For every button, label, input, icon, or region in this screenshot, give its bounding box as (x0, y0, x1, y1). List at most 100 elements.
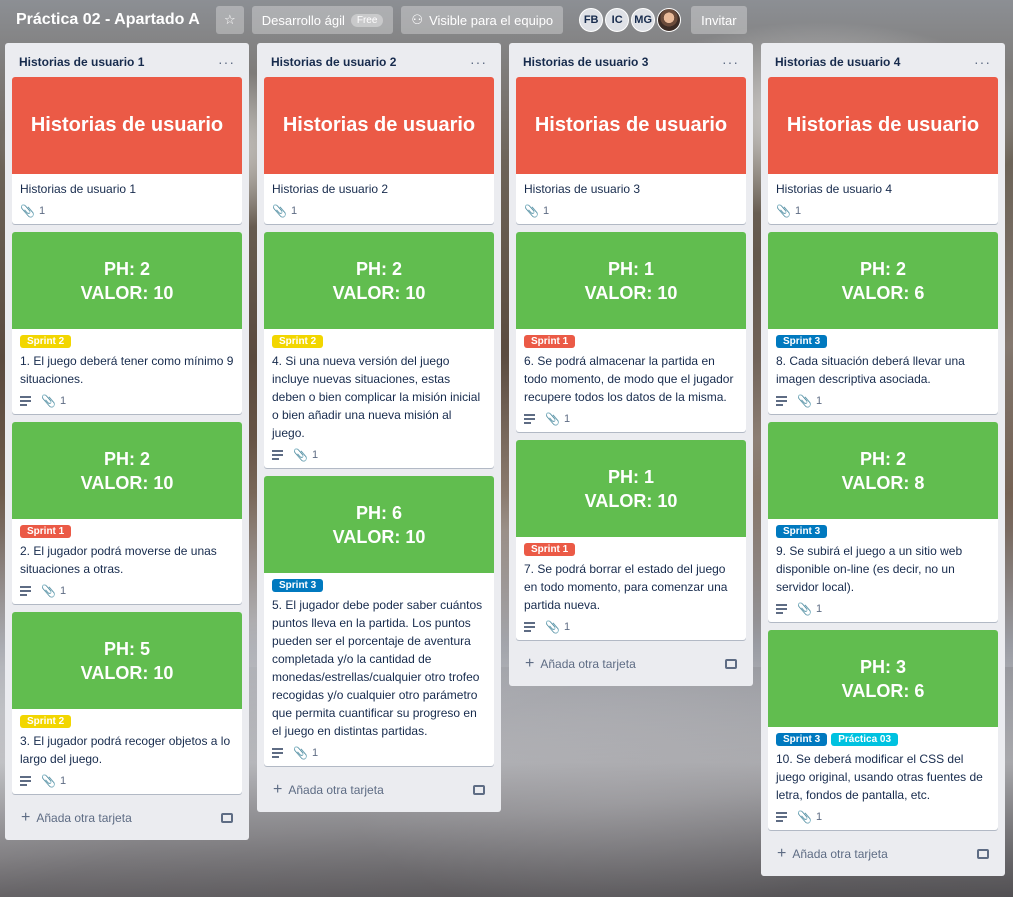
add-card-button[interactable]: + Añada otra tarjeta (257, 774, 501, 812)
list-title[interactable]: Historias de usuario 3 (523, 55, 648, 69)
description-icon (776, 812, 787, 822)
card-label[interactable]: Sprint 2 (20, 715, 72, 728)
valor-text: VALOR: 8 (841, 472, 925, 493)
card-label[interactable]: Sprint 1 (524, 335, 576, 348)
card-body: Historias de usuario 1 📎 1 (12, 174, 242, 224)
description-icon (272, 450, 283, 460)
card-badges: 📎 1 (776, 600, 990, 618)
paperclip-icon: 📎 (797, 602, 812, 616)
description-badge (776, 604, 787, 614)
avatar[interactable]: MG (631, 8, 656, 32)
attachment-badge: 📎 1 (797, 602, 822, 616)
card-template-icon[interactable] (221, 813, 233, 823)
plus-icon: + (273, 781, 283, 798)
description-icon (272, 748, 283, 758)
card[interactable]: PH: 3 VALOR: 6 Sprint 3 Práctica 03 10. Se d… (768, 630, 998, 830)
add-card-button[interactable]: + Añada otra tarjeta (509, 648, 753, 686)
card[interactable]: PH: 2 VALOR: 10 Sprint 2 1. El juego deberá… (12, 232, 242, 414)
invite-button[interactable]: Invitar (691, 6, 747, 34)
card-template-icon[interactable] (977, 849, 989, 859)
card[interactable]: PH: 6 VALOR: 10 Sprint 3 5. El jugador debe… (264, 476, 494, 766)
ph-text: PH: 6 (355, 502, 402, 523)
card[interactable]: PH: 2 VALOR: 6 Sprint 3 8. Cada situación d… (768, 232, 998, 414)
paperclip-icon: 📎 (293, 746, 308, 760)
card-cover: PH: 2 VALOR: 10 (12, 232, 242, 329)
card-title: Historias de usuario 1 (20, 182, 137, 196)
description-icon (20, 396, 31, 406)
attachment-badge: 📎 1 (545, 412, 570, 426)
more-icon[interactable]: ··· (722, 54, 739, 70)
card-label[interactable]: Sprint 1 (524, 543, 576, 556)
add-card-link[interactable]: + Añada otra tarjeta (525, 655, 636, 673)
list-header: Historias de usuario 2 ··· (257, 43, 501, 77)
card[interactable]: Historias de usuario Historias de usuario… (264, 77, 494, 224)
avatar[interactable]: FB (579, 8, 604, 32)
card[interactable]: Historias de usuario Historias de usuario… (768, 77, 998, 224)
star-button[interactable]: ☆ (215, 6, 244, 34)
add-card-label: Añada otra tarjeta (288, 783, 384, 797)
card-label[interactable]: Sprint 3 (776, 733, 828, 746)
more-icon[interactable]: ··· (974, 54, 991, 70)
card-body: Sprint 3 9. Se subirá el juego a un sitio… (768, 519, 998, 622)
paperclip-icon: 📎 (293, 448, 308, 462)
list-title[interactable]: Historias de usuario 2 (271, 55, 396, 69)
card-label[interactable]: Sprint 1 (20, 525, 72, 538)
card-label[interactable]: Sprint 3 (272, 579, 324, 592)
avatar-photo[interactable] (657, 8, 682, 32)
card-badges: 📎 1 (20, 392, 234, 410)
paperclip-icon: 📎 (41, 774, 56, 788)
add-card-link[interactable]: + Añada otra tarjeta (777, 845, 888, 863)
card-label[interactable]: Práctica 03 (831, 733, 899, 746)
card-body: Sprint 1 7. Se podrá borrar el estado del… (516, 537, 746, 640)
card[interactable]: PH: 2 VALOR: 10 Sprint 2 4. Si una nueva ve… (264, 232, 494, 468)
card[interactable]: Historias de usuario Historias de usuario… (516, 77, 746, 224)
card-label[interactable]: Sprint 2 (272, 335, 324, 348)
card-title: 3. El jugador podrá recoger objetos a lo… (20, 734, 231, 766)
description-badge (272, 748, 283, 758)
more-icon[interactable]: ··· (470, 54, 487, 70)
card-badges: 📎 1 (20, 772, 234, 790)
visibility-button[interactable]: ⚇ Visible para el equipo (401, 6, 564, 34)
card-title: 6. Se podrá almacenar la partida en todo… (524, 354, 734, 404)
card-body: Sprint 2 3. El jugador podrá recoger obje… (12, 709, 242, 794)
workspace-button[interactable]: Desarrollo ágil Free (251, 6, 394, 34)
attachment-count: 1 (311, 747, 319, 759)
ph-text: PH: 2 (103, 448, 150, 469)
card-badges: 📎 1 (776, 392, 990, 410)
avatar[interactable]: IC (605, 8, 630, 32)
card[interactable]: Historias de usuario Historias de usuario… (12, 77, 242, 224)
card[interactable]: PH: 2 VALOR: 10 Sprint 1 2. El jugador podr… (12, 422, 242, 604)
card-badges: 📎 1 (272, 446, 486, 464)
card-body: Sprint 1 2. El jugador podrá moverse de u… (12, 519, 242, 604)
attachment-badge: 📎 1 (272, 204, 297, 218)
card[interactable]: PH: 1 VALOR: 10 Sprint 1 6. Se podrá almace… (516, 232, 746, 432)
card-cover: PH: 6 VALOR: 10 (264, 476, 494, 573)
card-labels: Sprint 1 (20, 525, 234, 538)
list-title[interactable]: Historias de usuario 4 (775, 55, 900, 69)
add-card-link[interactable]: + Añada otra tarjeta (21, 809, 132, 827)
card-label[interactable]: Sprint 2 (20, 335, 72, 348)
add-card-button[interactable]: + Añada otra tarjeta (761, 838, 1005, 876)
valor-text: VALOR: 10 (584, 282, 678, 303)
card[interactable]: PH: 2 VALOR: 8 Sprint 3 9. Se subirá el jue… (768, 422, 998, 622)
plus-icon: + (525, 655, 535, 672)
card-template-icon[interactable] (473, 785, 485, 795)
description-badge (20, 396, 31, 406)
add-card-button[interactable]: + Añada otra tarjeta (5, 802, 249, 840)
more-icon[interactable]: ··· (218, 54, 235, 70)
ph-text: PH: 2 (103, 258, 150, 279)
card[interactable]: PH: 1 VALOR: 10 Sprint 1 7. Se podrá borrar… (516, 440, 746, 640)
cover-text: Historias de usuario (786, 114, 980, 136)
card[interactable]: PH: 5 VALOR: 10 Sprint 2 3. El jugador podr… (12, 612, 242, 794)
add-card-link[interactable]: + Añada otra tarjeta (273, 781, 384, 799)
card-label[interactable]: Sprint 3 (776, 335, 828, 348)
card-label[interactable]: Sprint 3 (776, 525, 828, 538)
description-badge (272, 450, 283, 460)
list-title[interactable]: Historias de usuario 1 (19, 55, 144, 69)
attachment-badge: 📎 1 (41, 394, 66, 408)
description-icon (20, 586, 31, 596)
board-title[interactable]: Práctica 02 - Apartado A (8, 7, 208, 33)
card-body: Sprint 2 4. Si una nueva versión del jueg… (264, 329, 494, 468)
card-template-icon[interactable] (725, 659, 737, 669)
card-title: 9. Se subirá el juego a un sitio web dis… (776, 544, 963, 594)
